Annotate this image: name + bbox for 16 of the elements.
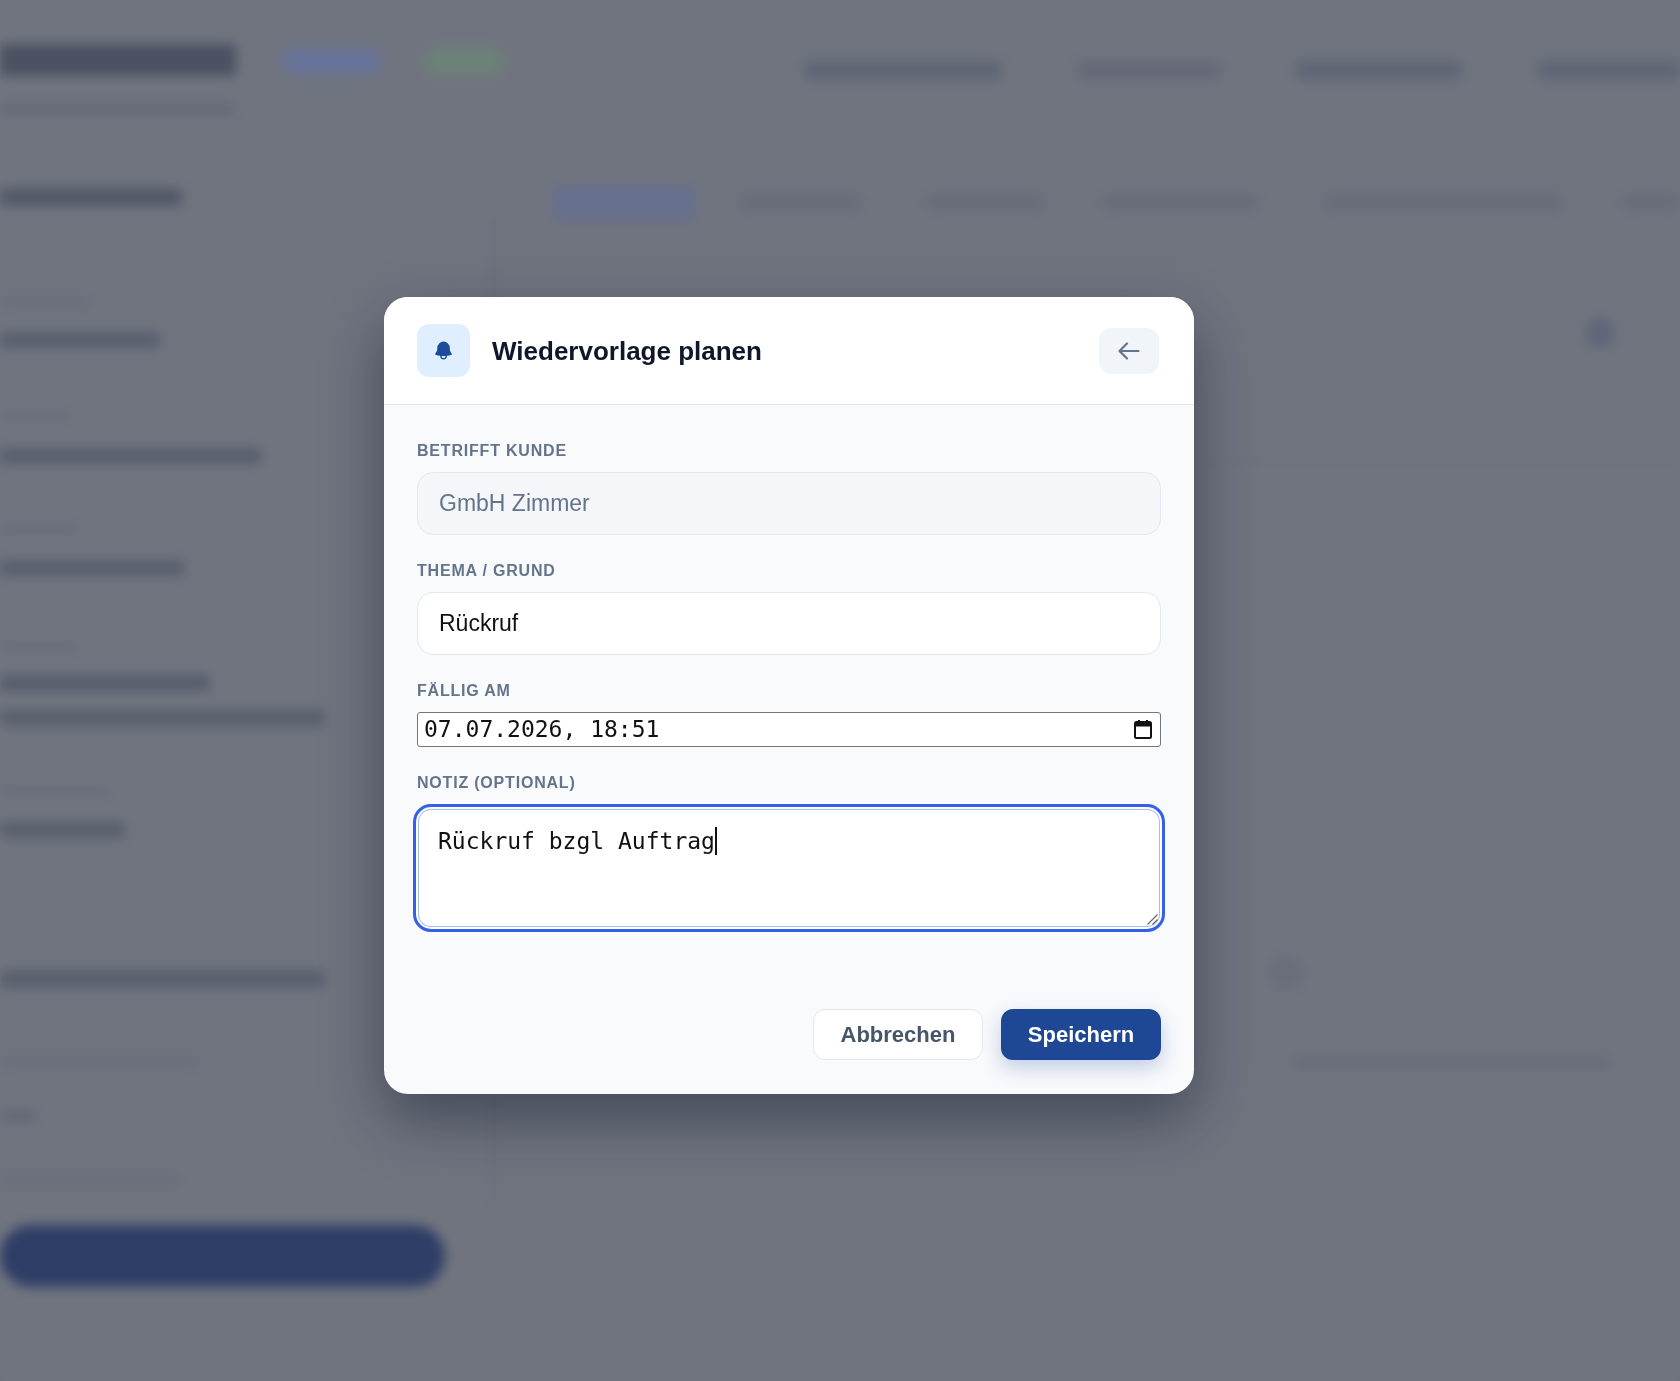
- bell-icon: [417, 324, 470, 377]
- date-time-field[interactable]: 07.07.2026, 18:51: [417, 712, 1161, 747]
- field-label: NOTIZ (OPTIONAL): [417, 773, 576, 793]
- calendar-icon[interactable]: [1134, 720, 1152, 739]
- note-textarea[interactable]: Rückruf bzgl Auftrag: [413, 804, 1165, 932]
- text-field[interactable]: Rückruf: [417, 592, 1161, 655]
- arrow-left-icon: [1118, 341, 1140, 360]
- back-button[interactable]: [1099, 327, 1159, 374]
- field-label: THEMA / GRUND: [417, 561, 556, 581]
- text-cursor-icon: [714, 827, 717, 855]
- cancel-button[interactable]: Abbrechen: [813, 1009, 983, 1060]
- field-label: FÄLLIG AM: [417, 681, 511, 701]
- save-button[interactable]: Speichern: [1001, 1009, 1161, 1060]
- field-label: BETRIFFT KUNDE: [417, 441, 567, 461]
- dialog-title: Wiedervorlage planen: [492, 337, 762, 364]
- resize-handle-icon[interactable]: [1147, 914, 1158, 925]
